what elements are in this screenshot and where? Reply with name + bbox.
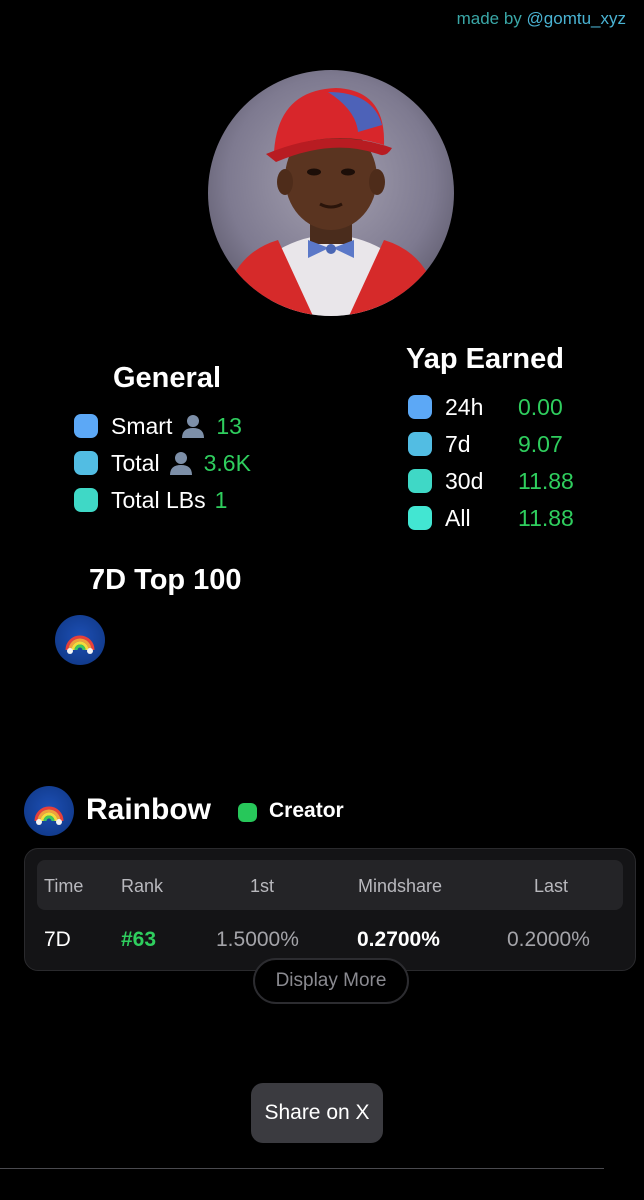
avatar	[208, 70, 454, 316]
table-header-last: Last	[534, 876, 569, 896]
person-icon	[182, 415, 205, 438]
table-cell-first: 1.5000%	[216, 928, 299, 951]
yap-30d-dot-icon	[408, 469, 432, 493]
smart-dot-icon	[74, 414, 98, 438]
top100-title: 7D Top 100	[89, 564, 242, 596]
creator-badge-label: Creator	[269, 799, 344, 822]
yap-row: 30d 11.88	[408, 466, 574, 496]
table-cell-last: 0.2000%	[507, 928, 590, 951]
top100-rainbow-badge[interactable]	[55, 615, 105, 665]
made-by-handle-link[interactable]: @gomtu_xyz	[527, 9, 626, 28]
made-by-prefix: made by	[456, 9, 527, 28]
general-lbs-row: Total LBs 1	[74, 485, 227, 515]
lbs-label: Total LBs	[111, 486, 206, 513]
rainbow-icon	[65, 635, 95, 654]
table-header-first: 1st	[250, 876, 275, 896]
yap-earned-title: Yap Earned	[406, 343, 564, 375]
made-by-credit: made by @gomtu_xyz	[457, 9, 626, 29]
project-rainbow-badge	[24, 786, 74, 836]
avatar-portrait-image	[208, 70, 454, 316]
yap-value: 9.07	[518, 430, 563, 457]
project-name: Rainbow	[86, 793, 211, 826]
table-cell-rank: #63	[121, 928, 157, 951]
person-icon	[169, 452, 192, 475]
yap-period-label: 7d	[445, 430, 471, 457]
yap-period-label: 30d	[445, 467, 484, 494]
yap-7d-dot-icon	[408, 432, 432, 456]
general-title: General	[113, 362, 221, 394]
table-header-rank: Rank	[121, 876, 164, 896]
creator-status-dot-icon	[238, 803, 257, 822]
bottom-divider	[0, 1168, 604, 1169]
display-more-button[interactable]: Display More	[253, 958, 409, 1004]
yap-period-label: 24h	[445, 393, 484, 420]
yap-value: 11.88	[518, 467, 574, 494]
smart-label: Smart	[111, 412, 173, 439]
rainbow-icon	[34, 806, 64, 825]
lbs-value: 1	[214, 486, 228, 513]
rank-table: Time Rank 1st Mindshare Last 7D #63 1.50…	[24, 848, 636, 971]
table-cell-mindshare: 0.2700%	[357, 928, 440, 951]
general-total-row: Total 3.6K	[74, 448, 251, 478]
yap-value: 11.88	[518, 504, 574, 531]
yap-row: 24h 0.00	[408, 392, 563, 422]
yap-24h-dot-icon	[408, 395, 432, 419]
general-smart-row: Smart 13	[74, 411, 242, 441]
share-on-x-button[interactable]: Share on X	[251, 1083, 383, 1143]
table-cell-time: 7D	[44, 928, 71, 951]
total-dot-icon	[74, 451, 98, 475]
total-value: 3.6K	[203, 449, 251, 476]
lbs-dot-icon	[74, 488, 98, 512]
yap-period-label: All	[445, 504, 471, 531]
smart-value: 13	[216, 412, 242, 439]
total-label: Total	[111, 449, 160, 476]
yap-row: 7d 9.07	[408, 429, 563, 459]
table-header-time: Time	[44, 876, 84, 896]
yap-all-dot-icon	[408, 506, 432, 530]
table-header-mindshare: Mindshare	[358, 876, 443, 896]
yap-value: 0.00	[518, 393, 563, 420]
yap-row: All 11.88	[408, 503, 574, 533]
